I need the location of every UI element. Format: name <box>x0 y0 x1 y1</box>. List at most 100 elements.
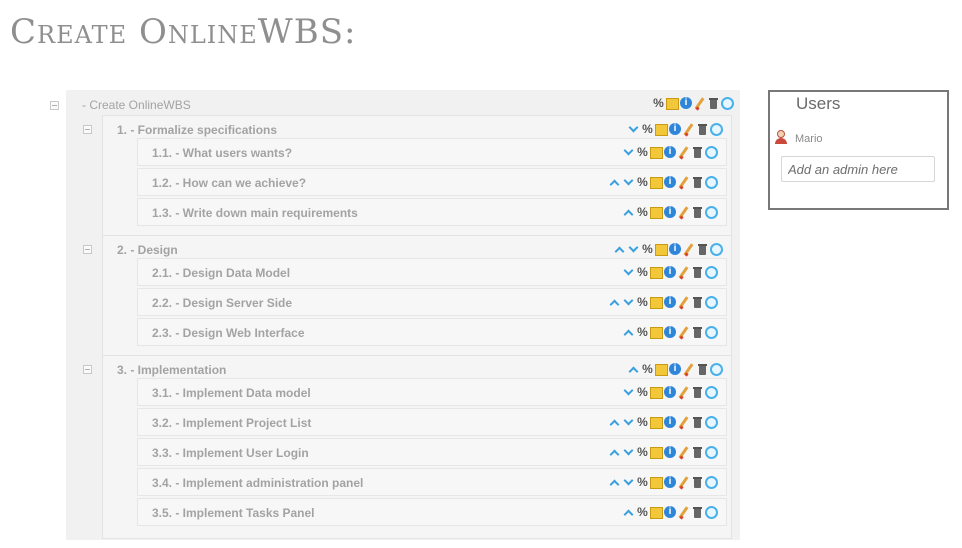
info-icon[interactable]: i <box>664 326 676 338</box>
add-icon[interactable] <box>705 145 718 159</box>
pencil-icon[interactable] <box>677 476 690 489</box>
card-icon[interactable] <box>650 506 663 519</box>
pencil-icon[interactable] <box>677 296 690 309</box>
collapse-toggle-root[interactable] <box>50 101 59 110</box>
down-icon[interactable] <box>622 176 635 189</box>
card-icon[interactable] <box>650 296 663 309</box>
trash-icon[interactable] <box>691 146 704 159</box>
info-icon[interactable]: i <box>664 506 676 518</box>
card-icon[interactable] <box>650 476 663 489</box>
add-icon[interactable] <box>705 295 718 309</box>
wbs-task-label[interactable]: 3.4. - Implement administration panel <box>152 476 363 490</box>
pencil-icon[interactable] <box>682 123 695 136</box>
info-icon[interactable]: i <box>664 206 676 218</box>
add-icon[interactable] <box>705 175 718 189</box>
wbs-group-label[interactable]: 2. - Design <box>117 243 178 257</box>
info-icon[interactable]: i <box>664 386 676 398</box>
percent-icon[interactable]: % <box>636 265 649 279</box>
info-icon[interactable]: i <box>664 176 676 188</box>
info-icon[interactable]: i <box>664 446 676 458</box>
trash-icon[interactable] <box>691 476 704 489</box>
down-icon[interactable] <box>622 266 635 279</box>
add-icon[interactable] <box>710 122 723 136</box>
trash-icon[interactable] <box>691 296 704 309</box>
trash-icon[interactable] <box>707 97 720 110</box>
pencil-icon[interactable] <box>682 363 695 376</box>
add-icon[interactable] <box>710 362 723 376</box>
info-icon[interactable]: i <box>664 476 676 488</box>
info-icon[interactable]: i <box>669 243 681 255</box>
card-icon[interactable] <box>650 146 663 159</box>
wbs-task-label[interactable]: 3.3. - Implement User Login <box>152 446 309 460</box>
percent-icon[interactable]: % <box>636 325 649 339</box>
wbs-task-label[interactable]: 1.2. - How can we achieve? <box>152 176 306 190</box>
info-icon[interactable]: i <box>664 416 676 428</box>
trash-icon[interactable] <box>696 123 709 136</box>
trash-icon[interactable] <box>691 446 704 459</box>
add-admin-input[interactable] <box>781 156 935 182</box>
up-icon[interactable] <box>608 176 621 189</box>
user-name[interactable]: Mario <box>795 133 823 145</box>
percent-icon[interactable]: % <box>636 145 649 159</box>
up-icon[interactable] <box>608 296 621 309</box>
card-icon[interactable] <box>650 386 663 399</box>
percent-icon[interactable]: % <box>641 242 654 256</box>
trash-icon[interactable] <box>691 506 704 519</box>
trash-icon[interactable] <box>691 176 704 189</box>
info-icon[interactable]: i <box>664 296 676 308</box>
trash-icon[interactable] <box>691 266 704 279</box>
info-icon[interactable]: i <box>664 146 676 158</box>
pencil-icon[interactable] <box>677 206 690 219</box>
pencil-icon[interactable] <box>693 97 706 110</box>
wbs-task-label[interactable]: 2.2. - Design Server Side <box>152 296 292 310</box>
info-icon[interactable]: i <box>669 363 681 375</box>
percent-icon[interactable]: % <box>636 295 649 309</box>
pencil-icon[interactable] <box>682 243 695 256</box>
down-icon[interactable] <box>622 446 635 459</box>
wbs-task-label[interactable]: 3.2. - Implement Project List <box>152 416 311 430</box>
up-icon[interactable] <box>608 416 621 429</box>
wbs-group-label[interactable]: 1. - Formalize specifications <box>117 123 277 137</box>
down-icon[interactable] <box>622 386 635 399</box>
down-icon[interactable] <box>622 476 635 489</box>
up-icon[interactable] <box>622 206 635 219</box>
card-icon[interactable] <box>650 266 663 279</box>
card-icon[interactable] <box>650 206 663 219</box>
add-icon[interactable] <box>705 505 718 519</box>
percent-icon[interactable]: % <box>636 445 649 459</box>
down-icon[interactable] <box>627 123 640 136</box>
info-icon[interactable]: i <box>680 97 692 109</box>
percent-icon[interactable]: % <box>652 96 665 110</box>
pencil-icon[interactable] <box>677 506 690 519</box>
up-icon[interactable] <box>622 326 635 339</box>
card-icon[interactable] <box>655 243 668 256</box>
card-icon[interactable] <box>650 416 663 429</box>
wbs-task-label[interactable]: 1.1. - What users wants? <box>152 146 292 160</box>
collapse-toggle-group[interactable] <box>83 125 92 134</box>
wbs-group-label[interactable]: 3. - Implementation <box>117 363 226 377</box>
card-icon[interactable] <box>655 363 668 376</box>
card-icon[interactable] <box>650 176 663 189</box>
trash-icon[interactable] <box>696 363 709 376</box>
percent-icon[interactable]: % <box>636 175 649 189</box>
percent-icon[interactable]: % <box>636 415 649 429</box>
down-icon[interactable] <box>622 416 635 429</box>
card-icon[interactable] <box>655 123 668 136</box>
pencil-icon[interactable] <box>677 416 690 429</box>
pencil-icon[interactable] <box>677 386 690 399</box>
percent-icon[interactable]: % <box>641 122 654 136</box>
info-icon[interactable]: i <box>664 266 676 278</box>
trash-icon[interactable] <box>691 206 704 219</box>
card-icon[interactable] <box>650 446 663 459</box>
add-icon[interactable] <box>721 96 734 110</box>
pencil-icon[interactable] <box>677 326 690 339</box>
trash-icon[interactable] <box>691 386 704 399</box>
add-icon[interactable] <box>705 475 718 489</box>
add-icon[interactable] <box>705 445 718 459</box>
wbs-task-label[interactable]: 2.3. - Design Web Interface <box>152 326 305 340</box>
wbs-task-label[interactable]: 3.1. - Implement Data model <box>152 386 311 400</box>
wbs-task-label[interactable]: 3.5. - Implement Tasks Panel <box>152 506 315 520</box>
card-icon[interactable] <box>666 97 679 110</box>
up-icon[interactable] <box>622 506 635 519</box>
wbs-task-label[interactable]: 2.1. - Design Data Model <box>152 266 290 280</box>
